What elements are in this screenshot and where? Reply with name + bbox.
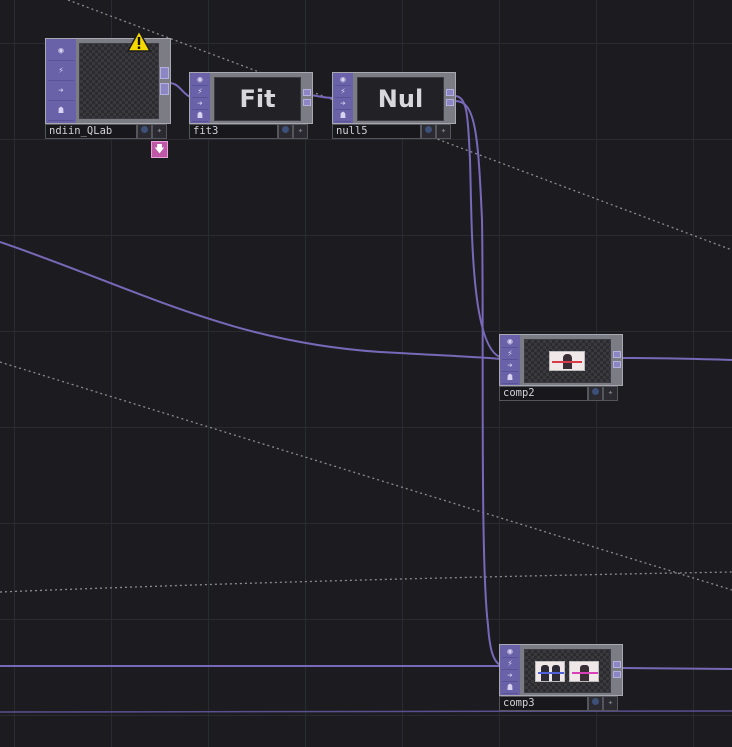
node-name[interactable]: fit3 [189,124,278,139]
wire-comp3-out[interactable] [621,667,732,670]
output-connector[interactable] [303,89,311,96]
dotted-guide-line [0,571,732,593]
operator-label: Nul [377,85,424,113]
bypass-icon[interactable]: ⚡ [192,86,208,98]
node-name[interactable]: null5 [332,124,421,139]
output-connector[interactable] [446,89,454,96]
arrow-icon[interactable]: ➔ [48,81,74,101]
viewer-icon[interactable]: ◉ [502,336,518,348]
node-name[interactable]: ndiin_QLab [45,124,137,139]
render-flag-icon[interactable]: ✦ [152,124,167,139]
dotted-guide-line [0,361,732,591]
wire-comp2-out[interactable] [621,357,732,361]
lock-icon[interactable]: ☗ [48,101,74,121]
display-flag-icon[interactable] [588,696,603,711]
wire-null-to-comp3[interactable] [454,100,501,666]
lock-icon[interactable]: ☗ [335,110,351,122]
node-viewer [524,339,611,383]
viewer-icon[interactable]: ◉ [335,74,351,86]
node-viewer: Fit [214,77,301,121]
operator-label: Fit [239,85,276,113]
node-viewer [79,43,159,119]
node-viewer: Nul [357,77,444,121]
bypass-icon[interactable]: ⚡ [502,348,518,360]
output-connector[interactable] [613,351,621,358]
preview-thumbnail [535,661,565,682]
output-connector[interactable] [160,67,169,79]
output-connector[interactable] [160,83,169,95]
output-connector[interactable] [613,661,621,668]
output-connector[interactable] [303,99,311,106]
wire-left-to-comp2[interactable] [0,241,501,360]
preview-thumbnail [569,661,599,682]
wire-bottom[interactable] [0,710,732,713]
arrow-icon[interactable]: ➔ [192,98,208,110]
viewer-icon[interactable]: ◉ [48,41,74,61]
lock-icon[interactable]: ☗ [502,682,518,694]
output-connector[interactable] [613,671,621,678]
bypass-icon[interactable]: ⚡ [48,61,74,81]
lock-icon[interactable]: ☗ [502,372,518,384]
node-name[interactable]: comp3 [499,696,588,711]
bypass-icon[interactable]: ⚡ [502,658,518,670]
bypass-icon[interactable]: ⚡ [335,86,351,98]
viewer-icon[interactable]: ◉ [502,646,518,658]
download-icon[interactable]: 🡇 [151,141,168,158]
node-name[interactable]: comp2 [499,386,588,401]
viewer-icon[interactable]: ◉ [192,74,208,86]
node-viewer [524,649,611,693]
preview-thumbnail [549,351,585,371]
wire-null-to-comp2[interactable] [454,95,501,358]
render-flag-icon[interactable]: ✦ [603,696,618,711]
arrow-icon[interactable]: ➔ [502,670,518,682]
render-flag-icon[interactable]: ✦ [603,386,618,401]
display-flag-icon[interactable] [137,124,152,139]
display-flag-icon[interactable] [588,386,603,401]
lock-icon[interactable]: ☗ [192,110,208,122]
display-flag-icon[interactable] [278,124,293,139]
output-connector[interactable] [446,99,454,106]
display-flag-icon[interactable] [421,124,436,139]
output-connector[interactable] [613,361,621,368]
arrow-icon[interactable]: ➔ [502,360,518,372]
render-flag-icon[interactable]: ✦ [293,124,308,139]
arrow-icon[interactable]: ➔ [335,98,351,110]
warning-icon[interactable] [127,30,151,52]
render-flag-icon[interactable]: ✦ [436,124,451,139]
